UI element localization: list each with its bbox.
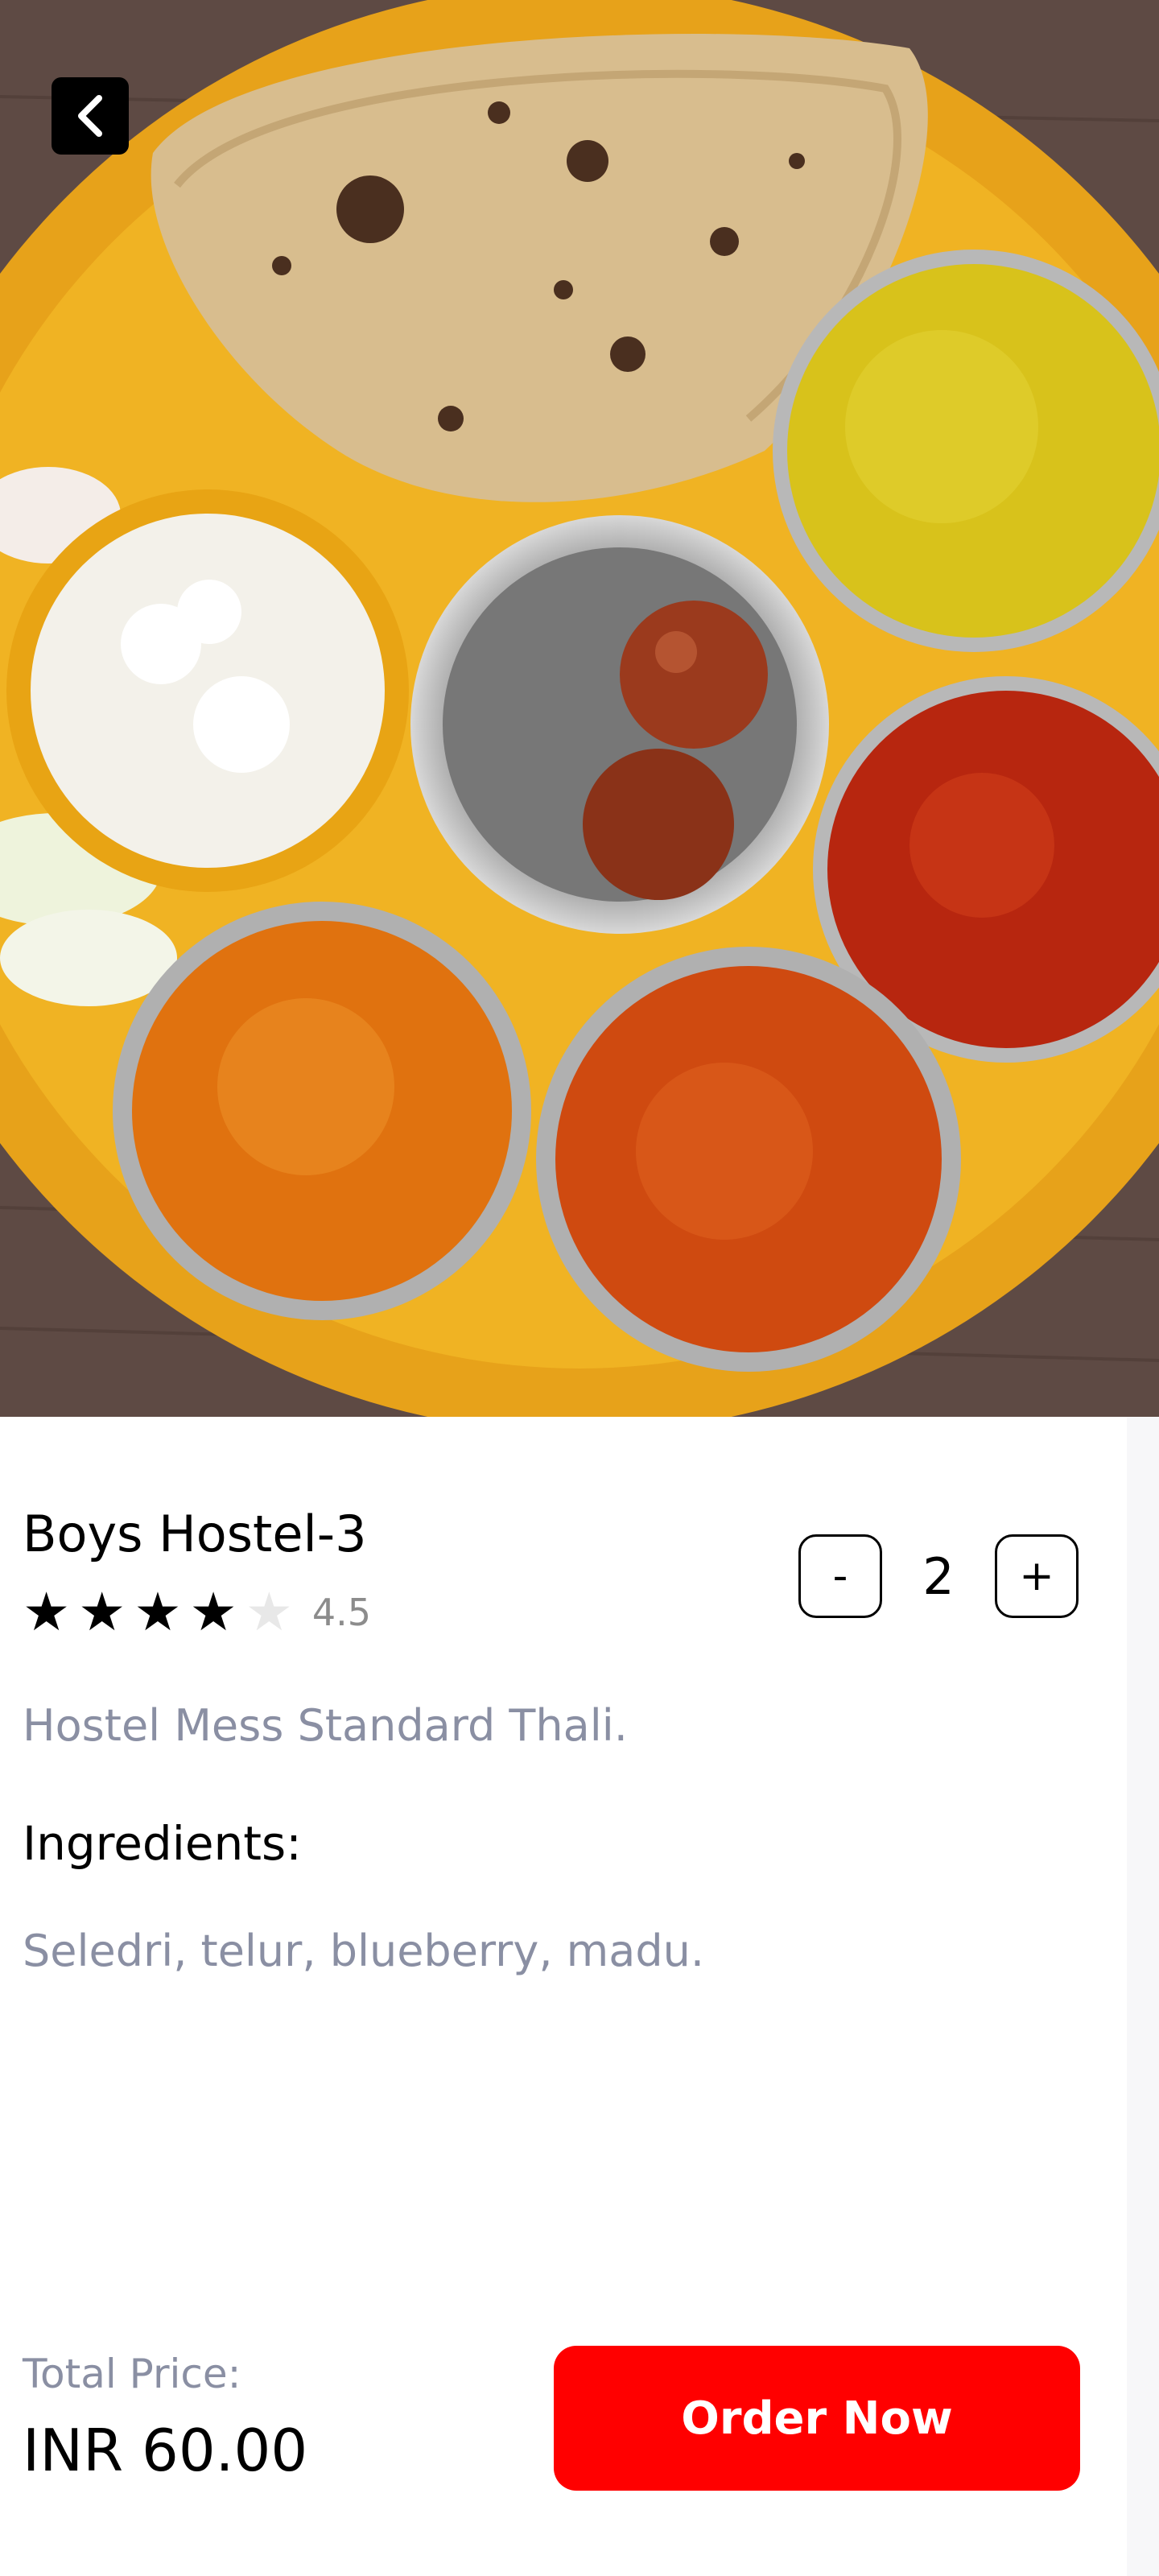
star-icon: ★ bbox=[134, 1581, 182, 1643]
right-edge bbox=[1127, 1417, 1159, 2576]
item-title: Boys Hostel-3 bbox=[23, 1505, 367, 1563]
rating: ★ ★ ★ ★ ★ 4.5 bbox=[23, 1586, 371, 1639]
item-description: Hostel Mess Standard Thali. bbox=[23, 1700, 628, 1751]
order-now-button[interactable]: Order Now bbox=[554, 2346, 1080, 2491]
decrement-button[interactable]: - bbox=[798, 1534, 882, 1618]
star-icon: ★ bbox=[23, 1581, 71, 1643]
rating-value: 4.5 bbox=[311, 1591, 372, 1634]
item-detail-card: Boys Hostel-3 ★ ★ ★ ★ ★ 4.5 - 2 + Hostel… bbox=[0, 1417, 1127, 2576]
increment-button[interactable]: + bbox=[995, 1534, 1079, 1618]
ingredients-heading: Ingredients: bbox=[23, 1816, 302, 1871]
food-image bbox=[0, 0, 1159, 1417]
thali-plate-illustration bbox=[0, 0, 1159, 1417]
star-icon: ★ bbox=[78, 1581, 126, 1643]
quantity-stepper: - 2 + bbox=[798, 1534, 1079, 1618]
quantity-value: 2 bbox=[922, 1546, 955, 1606]
total-price-value: INR 60.00 bbox=[23, 2417, 308, 2484]
star-empty-icon: ★ bbox=[245, 1581, 293, 1643]
back-button[interactable] bbox=[52, 77, 129, 155]
star-icon: ★ bbox=[189, 1581, 237, 1643]
chevron-left-icon bbox=[78, 95, 102, 137]
total-price-label: Total Price: bbox=[23, 2351, 241, 2397]
ingredients-text: Seledri, telur, blueberry, madu. bbox=[23, 1926, 705, 1976]
